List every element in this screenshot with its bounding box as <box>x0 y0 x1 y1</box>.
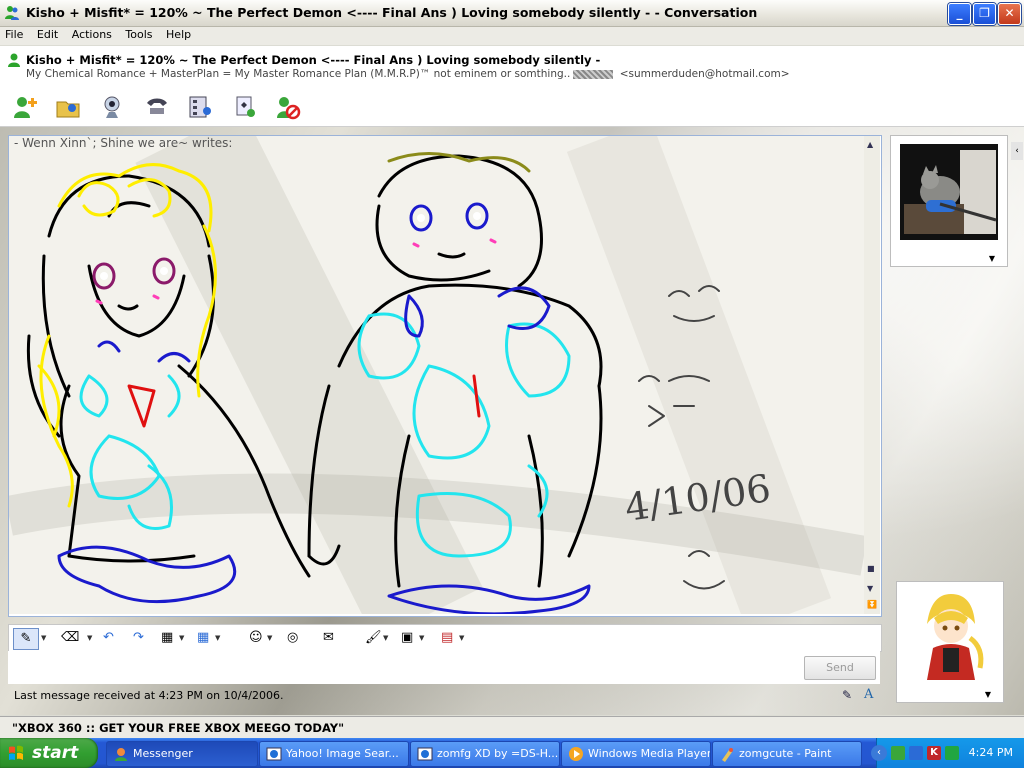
scroll-down-icon[interactable]: ▼ <box>867 584 873 593</box>
gift-dropdown-icon[interactable]: ▼ <box>459 628 464 648</box>
eraser-dropdown-icon[interactable]: ▼ <box>87 628 92 648</box>
menu-bar: File Edit Actions Tools Help <box>0 27 1024 45</box>
task-label: zomfg XD by =DS-H... <box>437 747 559 760</box>
contact-header: Kisho + Misfit* = 120% ~ The Perfect Dem… <box>0 46 1024 88</box>
background-dropdown-icon[interactable]: ▼ <box>419 628 424 648</box>
ie-icon <box>417 747 433 761</box>
cat-picture <box>900 144 998 240</box>
last-message-status: Last message received at 4:23 PM on 10/4… <box>14 689 284 702</box>
title-bar: Kisho + Misfit* = 120% ~ The Perfect Dem… <box>0 0 1024 27</box>
grid-icon[interactable]: ▦ <box>197 628 209 648</box>
message-sender-line: - Wenn Xinn`; Shine we are~ writes: <box>14 136 233 150</box>
contact-status-icon <box>8 53 20 67</box>
taskbar: start Messenger Yahoo! Image Sear... zom… <box>0 738 1024 768</box>
media-player-icon <box>569 747 583 761</box>
paint-icon <box>722 748 733 762</box>
brush-dropdown-icon[interactable]: ▼ <box>383 628 388 648</box>
contact-personal-message: My Chemical Romance + MasterPlan = My Ma… <box>26 68 790 80</box>
message-input[interactable] <box>8 651 880 684</box>
scroll-up-icon[interactable]: ▲ <box>867 140 873 149</box>
close-button[interactable]: ✕ <box>998 3 1021 25</box>
task-label: Windows Media Player <box>588 747 711 760</box>
conversation-scrollbar[interactable]: ▲ ■ ▼ ⏬ <box>864 136 880 614</box>
task-label: zomgcute - Paint <box>739 747 832 760</box>
windows-logo-icon <box>9 745 23 760</box>
nudge-icon[interactable]: ✉ <box>323 628 334 648</box>
ad-text[interactable]: "XBOX 360 :: GET YOUR FREE XBOX MEEGO TO… <box>12 721 344 735</box>
send-button[interactable]: Send <box>804 656 876 680</box>
menu-actions[interactable]: Actions <box>67 27 117 42</box>
task-label: Messenger <box>133 747 193 760</box>
task-messenger[interactable]: Messenger <box>106 741 258 767</box>
minimize-button[interactable]: _ <box>948 3 971 25</box>
task-windows-media-player[interactable]: Windows Media Player <box>561 741 711 767</box>
gift-icon[interactable]: ▤ <box>441 628 453 648</box>
pen-dropdown-icon[interactable]: ▼ <box>41 628 46 648</box>
start-label: start <box>32 743 79 763</box>
contact-display-picture[interactable]: ▼ <box>890 135 1008 267</box>
eraser-icon[interactable]: ⌫ <box>61 628 79 648</box>
clock[interactable]: 4:24 PM <box>969 746 1013 759</box>
maximize-button[interactable]: ❐ <box>973 3 996 25</box>
my-picture-menu-icon[interactable]: ▼ <box>985 690 991 699</box>
my-display-picture[interactable]: ▼ <box>896 581 1004 703</box>
emoticon-icon[interactable]: ☺ <box>249 628 263 648</box>
redacted-blot <box>573 69 614 79</box>
messenger-icon <box>5 6 19 20</box>
collapse-sidebar-icon[interactable]: ‹ <box>1011 142 1023 160</box>
block-icon[interactable] <box>275 94 301 120</box>
contact-email: <summerduden@hotmail.com> <box>619 68 790 80</box>
send-files-icon[interactable] <box>55 94 81 120</box>
color-dropdown-icon[interactable]: ▼ <box>179 628 184 648</box>
call-icon[interactable] <box>144 94 170 120</box>
show-hidden-icons-icon[interactable]: ‹ <box>871 745 887 761</box>
antivirus-tray-icon[interactable]: K <box>927 746 941 760</box>
pen-icon[interactable]: ✎ <box>13 628 39 650</box>
network-tray-icon[interactable] <box>909 746 923 760</box>
messenger-task-icon <box>115 748 127 761</box>
brush-icon[interactable]: 🖌 <box>365 628 382 648</box>
games-icon[interactable] <box>232 94 258 120</box>
font-icon[interactable]: A <box>864 687 873 702</box>
messenger-tray-icon[interactable] <box>891 746 905 760</box>
menu-help[interactable]: Help <box>161 27 196 42</box>
contact-picture-menu-icon[interactable]: ▼ <box>989 254 995 263</box>
menu-edit[interactable]: Edit <box>32 27 63 42</box>
ink-toolbar: ✎ ▼ ⌫ ▼ ↶ ↷ ▦ ▼ ▦ ▼ ☺ ▼ ◎ ✉ 🖌 ▼ ▣ ▼ ▤ ▼ <box>8 624 882 652</box>
grid-dropdown-icon[interactable]: ▼ <box>215 628 220 648</box>
handwriting-mode-icon[interactable]: ✎ <box>842 688 852 702</box>
task-label: Yahoo! Image Sear... <box>286 747 399 760</box>
activities-icon[interactable] <box>187 94 213 120</box>
scroll-handle-icon[interactable]: ■ <box>867 564 875 573</box>
color-icon[interactable]: ▦ <box>161 628 173 648</box>
task-deviantart[interactable]: zomfg XD by =DS-H... <box>410 741 560 767</box>
conversation-toolbar <box>0 88 1024 127</box>
system-tray: ‹ K 4:24 PM <box>871 738 1024 768</box>
ink-drawing: 4/10/06 <box>9 136 864 614</box>
personal-message-text: My Chemical Romance + MasterPlan = My Ma… <box>26 68 571 80</box>
start-button[interactable]: start <box>0 738 98 768</box>
contact-name: Kisho + Misfit* = 120% ~ The Perfect Dem… <box>26 53 601 67</box>
menu-tools[interactable]: Tools <box>120 27 157 42</box>
chibi-picture <box>905 588 995 684</box>
voice-clip-icon[interactable]: ◎ <box>287 628 298 648</box>
redo-icon[interactable]: ↷ <box>133 628 144 648</box>
task-paint[interactable]: zomgcute - Paint <box>712 741 862 767</box>
webcam-icon[interactable] <box>100 94 126 120</box>
ie-icon <box>266 747 282 761</box>
emoticon-dropdown-icon[interactable]: ▼ <box>267 628 272 648</box>
menu-file[interactable]: File <box>0 27 28 42</box>
invite-contact-icon[interactable] <box>12 94 38 120</box>
task-yahoo-image-search[interactable]: Yahoo! Image Sear... <box>259 741 409 767</box>
window-title: Kisho + Misfit* = 120% ~ The Perfect Dem… <box>26 5 758 20</box>
nvidia-tray-icon[interactable] <box>945 746 959 760</box>
background-icon[interactable]: ▣ <box>401 628 413 648</box>
scroll-end-icon[interactable]: ⏬ <box>867 600 877 609</box>
ad-banner[interactable]: "XBOX 360 :: GET YOUR FREE XBOX MEEGO TO… <box>0 716 1024 739</box>
undo-icon[interactable]: ↶ <box>103 628 114 648</box>
